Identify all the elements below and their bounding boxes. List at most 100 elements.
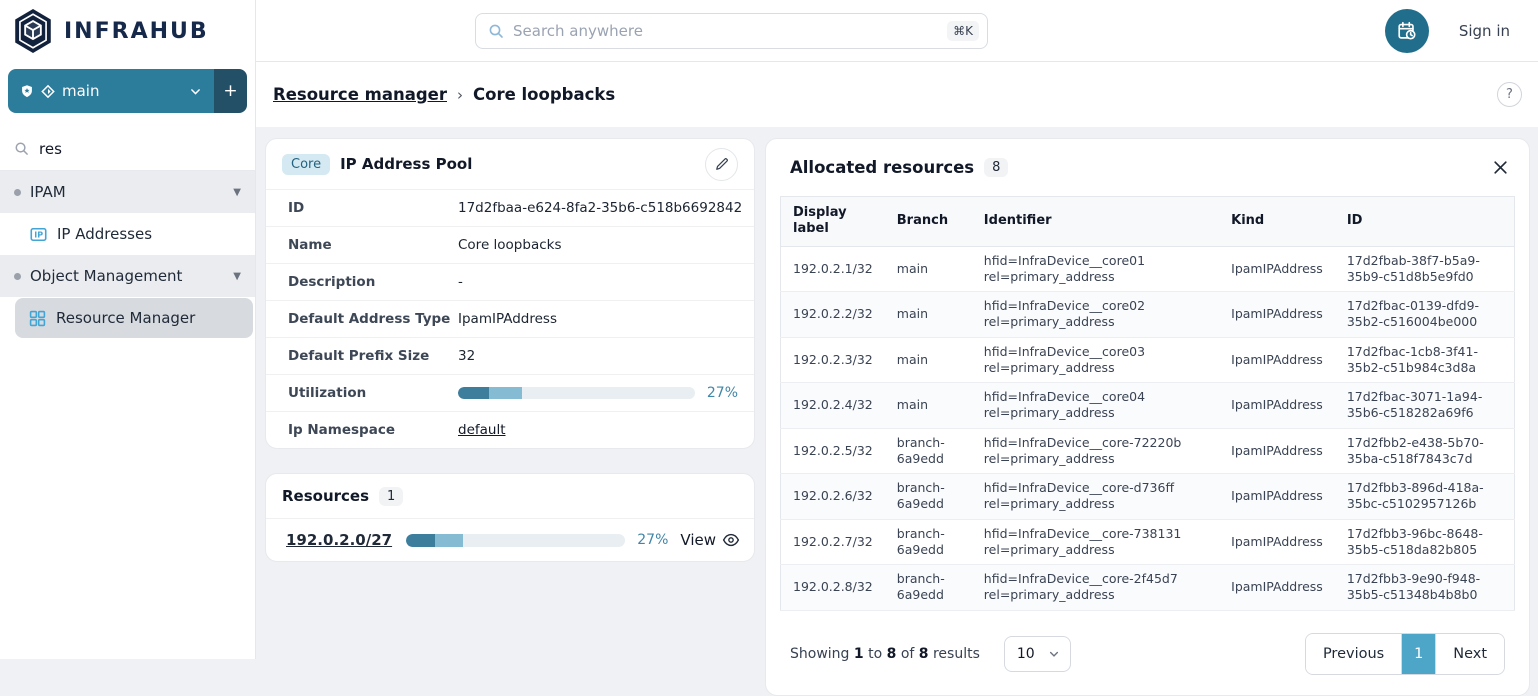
- breadcrumb-parent-link[interactable]: Resource manager: [273, 85, 447, 104]
- sidebar-search-input[interactable]: [39, 140, 199, 158]
- help-button[interactable]: ?: [1497, 82, 1522, 107]
- pool-detail-card: Core IP Address Pool ID 17d2fbaa-e624-8f…: [265, 138, 755, 449]
- utilization-progress-bar: [458, 387, 695, 399]
- allocated-count-badge: 8: [984, 158, 1008, 177]
- page-size-select[interactable]: 10: [1004, 636, 1071, 672]
- cell-identifier: hfid=InfraDevice__core-738131rel=primary…: [972, 519, 1219, 565]
- resources-count-badge: 1: [379, 487, 403, 506]
- resources-card: Resources 1 192.0.2.0/27 27% View: [265, 473, 755, 562]
- view-button[interactable]: View: [680, 531, 740, 549]
- sidebar-item-label: IP Addresses: [57, 225, 152, 243]
- table-row[interactable]: 192.0.2.4/32 main hfid=InfraDevice__core…: [781, 383, 1515, 429]
- sidebar-section-object-management[interactable]: Object Management ▼: [0, 255, 255, 297]
- cell-branch: branch-6a9edd: [885, 565, 972, 611]
- page-title: Core loopbacks: [473, 85, 615, 104]
- namespace-link[interactable]: default: [458, 422, 506, 438]
- global-search-input[interactable]: [513, 22, 938, 40]
- svg-text:IP: IP: [34, 230, 43, 239]
- top-bar: ⌘K Sign in: [256, 0, 1538, 62]
- field-label: Name: [288, 237, 458, 253]
- eye-icon: [722, 531, 740, 549]
- sidebar-search: [0, 127, 255, 171]
- cell-branch: main: [885, 337, 972, 383]
- column-header-identifier: Identifier: [972, 197, 1219, 247]
- section-bullet-icon: [14, 273, 21, 280]
- edit-button[interactable]: [705, 148, 738, 181]
- utilization-percent: 27%: [707, 385, 738, 401]
- allocated-table: Display label Branch Identifier Kind ID …: [780, 196, 1515, 611]
- branch-row: main +: [0, 69, 255, 113]
- cell-kind: IpamIPAddress: [1219, 565, 1335, 611]
- global-search[interactable]: ⌘K: [475, 13, 988, 49]
- column-header-display-label: Display label: [781, 197, 885, 247]
- field-value: 32: [458, 348, 475, 364]
- table-row[interactable]: 192.0.2.6/32 branch-6a9edd hfid=InfraDev…: [781, 474, 1515, 520]
- app-logo[interactable]: INFRAHUB: [0, 0, 255, 62]
- prefix-link[interactable]: 192.0.2.0/27: [286, 531, 392, 549]
- keyboard-shortcut-badge: ⌘K: [947, 21, 979, 41]
- cell-id: 17d2fbab-38f7-b5a9-35b9-c51d8b5e9fd0: [1335, 246, 1515, 292]
- sidebar-section-ipam[interactable]: IPAM ▼: [0, 171, 255, 213]
- chevron-down-icon: [1048, 648, 1060, 660]
- allocated-title: Allocated resources: [790, 158, 974, 177]
- cell-kind: IpamIPAddress: [1219, 292, 1335, 338]
- cell-branch: main: [885, 383, 972, 429]
- sidebar-item-resource-manager[interactable]: Resource Manager: [15, 298, 253, 338]
- close-button[interactable]: [1488, 155, 1513, 180]
- app-title: INFRAHUB: [64, 19, 209, 44]
- cell-kind: IpamIPAddress: [1219, 337, 1335, 383]
- tasks-button[interactable]: [1385, 9, 1429, 53]
- column-header-kind: Kind: [1219, 197, 1335, 247]
- field-row-id: ID 17d2fbaa-e624-8fa2-35b6-c518b6692842: [266, 189, 754, 226]
- table-row[interactable]: 192.0.2.2/32 main hfid=InfraDevice__core…: [781, 292, 1515, 338]
- infrahub-logo-icon: [12, 8, 54, 54]
- resource-percent: 27%: [637, 532, 668, 548]
- chevron-down-icon: ▼: [233, 187, 241, 198]
- progress-segment-dark: [406, 534, 434, 547]
- table-row[interactable]: 192.0.2.8/32 branch-6a9edd hfid=InfraDev…: [781, 565, 1515, 611]
- pagination: Showing 1 to 8 of 8 results 10 Previous …: [780, 633, 1515, 675]
- allocated-resources-panel: Allocated resources 8 Display label Bran…: [765, 138, 1530, 696]
- add-branch-button[interactable]: +: [214, 69, 247, 113]
- pager: Previous 1 Next: [1305, 633, 1505, 675]
- breadcrumb: Resource manager › Core loopbacks ?: [256, 62, 1538, 127]
- cell-id: 17d2fbac-1cb8-3f41-35b2-c51b984c3d8a: [1335, 337, 1515, 383]
- branch-icon: [41, 84, 55, 99]
- column-header-branch: Branch: [885, 197, 972, 247]
- section-label: IPAM: [30, 183, 66, 201]
- page-1-button[interactable]: 1: [1401, 634, 1435, 674]
- sign-in-button[interactable]: Sign in: [1459, 22, 1510, 40]
- resources-title: Resources: [282, 487, 369, 505]
- cell-identifier: hfid=InfraDevice__core03rel=primary_addr…: [972, 337, 1219, 383]
- table-row[interactable]: 192.0.2.1/32 main hfid=InfraDevice__core…: [781, 246, 1515, 292]
- branch-selector[interactable]: main: [8, 69, 214, 113]
- breadcrumb-separator: ›: [457, 86, 463, 104]
- cell-display-label: 192.0.2.2/32: [781, 292, 885, 338]
- previous-page-button[interactable]: Previous: [1306, 634, 1401, 674]
- cell-identifier: hfid=InfraDevice__core04rel=primary_addr…: [972, 383, 1219, 429]
- column-header-id: ID: [1335, 197, 1515, 247]
- allocated-header: Allocated resources 8: [780, 153, 1515, 180]
- cell-id: 17d2fbb3-896d-418a-35bc-c5102957126b: [1335, 474, 1515, 520]
- field-label: Default Prefix Size: [288, 348, 458, 364]
- close-icon: [1492, 159, 1509, 176]
- table-row[interactable]: 192.0.2.7/32 branch-6a9edd hfid=InfraDev…: [781, 519, 1515, 565]
- field-label: ID: [288, 200, 458, 216]
- sidebar-item-ip-addresses[interactable]: IP IP Addresses: [0, 213, 255, 255]
- core-badge: Core: [282, 154, 330, 175]
- table-row[interactable]: 192.0.2.5/32 branch-6a9edd hfid=InfraDev…: [781, 428, 1515, 474]
- pool-card-header: Core IP Address Pool: [266, 139, 754, 189]
- field-row-description: Description -: [266, 263, 754, 300]
- cell-display-label: 192.0.2.6/32: [781, 474, 885, 520]
- cell-display-label: 192.0.2.7/32: [781, 519, 885, 565]
- chevron-down-icon: ▼: [233, 271, 241, 282]
- cell-id: 17d2fbb3-9e90-f948-35b5-c51348b4b8b0: [1335, 565, 1515, 611]
- cell-kind: IpamIPAddress: [1219, 428, 1335, 474]
- cell-id: 17d2fbb2-e438-5b70-35ba-c518f7843c7d: [1335, 428, 1515, 474]
- table-row[interactable]: 192.0.2.3/32 main hfid=InfraDevice__core…: [781, 337, 1515, 383]
- view-label: View: [680, 531, 716, 549]
- next-page-button[interactable]: Next: [1435, 634, 1504, 674]
- sidebar: INFRAHUB main + IPAM ▼ IP IP: [0, 0, 256, 659]
- chevron-down-icon: [189, 85, 202, 98]
- section-label: Object Management: [30, 267, 182, 285]
